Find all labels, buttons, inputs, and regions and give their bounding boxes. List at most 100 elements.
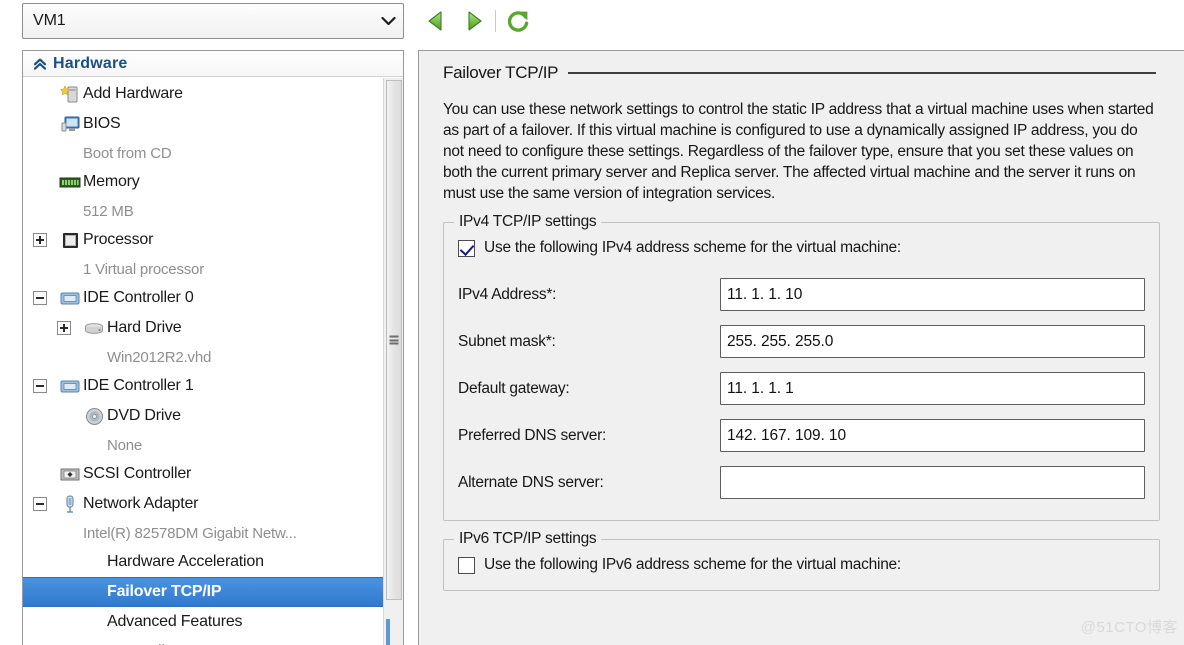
refresh-button[interactable]	[501, 4, 535, 38]
form-row: IPv4 Address*: 11. 1. 1. 10	[458, 271, 1145, 318]
ipv4-enable-checkbox-row[interactable]: Use the following IPv4 address scheme fo…	[458, 239, 1145, 257]
ipv6-enable-checkbox-label: Use the following IPv6 address scheme fo…	[484, 556, 901, 573]
dvd-drive-icon	[81, 406, 107, 427]
sidebar-item-sublabel: 1 Virtual processor	[83, 260, 204, 278]
sidebar-item-hard-drive[interactable]: Hard Drive	[23, 313, 403, 343]
sidebar-item-sublabel: Boot from CD	[83, 144, 172, 162]
bios-icon	[57, 114, 83, 135]
sidebar-item-label: BIOS	[83, 115, 121, 132]
field-label: Subnet mask*:	[458, 332, 556, 350]
ipv4-group-legend: IPv4 TCP/IP settings	[454, 213, 602, 231]
sidebar-item-dvd-drive[interactable]: DVD Drive	[23, 401, 403, 431]
form-row: Preferred DNS server: 142. 167. 109. 10	[458, 412, 1145, 459]
title-divider	[568, 72, 1156, 74]
back-button[interactable]	[420, 4, 454, 38]
expand-icon[interactable]	[33, 233, 47, 247]
preferred-dns-server-input[interactable]: 142. 167. 109. 10	[720, 419, 1145, 452]
sidebar-item-sublabel: Intel(R) 82578DM Gigabit Netw...	[83, 524, 297, 542]
scsi-controller-icon	[57, 464, 83, 485]
hardware-tree: Add Hardware BIOS Boot from CD Memory 512 MB…	[23, 77, 403, 645]
back-arrow-icon	[428, 11, 442, 31]
collapse-icon[interactable]	[33, 497, 47, 511]
hard-drive-icon	[81, 318, 107, 339]
ipv6-settings-group: IPv6 TCP/IP settings Use the following I…	[443, 530, 1160, 591]
sidebar-item-label: Memory	[83, 173, 140, 190]
sidebar-item-sublabel: None	[107, 436, 143, 454]
vm-selector[interactable]: VM1	[22, 3, 404, 39]
ipv4-enable-checkbox-label: Use the following IPv4 address scheme fo…	[484, 239, 901, 256]
sidebar-scrollbar[interactable]	[383, 78, 403, 645]
ipv6-enable-checkbox-row[interactable]: Use the following IPv6 address scheme fo…	[458, 556, 1145, 574]
form-row: Subnet mask*: 255. 255. 255.0	[458, 318, 1145, 365]
sidebar-scrollbar-thumb[interactable]	[386, 80, 402, 600]
expand-icon[interactable]	[57, 321, 71, 335]
processor-icon	[57, 230, 83, 251]
sidebar-item-label: DVD Drive	[107, 407, 181, 424]
sidebar-item-ide-controller-1[interactable]: IDE Controller 1	[23, 371, 403, 401]
alternate-dns-server-input[interactable]	[720, 466, 1145, 499]
sidebar-item-sublabel: 512 MB	[83, 202, 134, 220]
ipv4-settings-group: IPv4 TCP/IP settings Use the following I…	[443, 213, 1160, 521]
sidebar-item-processor[interactable]: Processor	[23, 225, 403, 255]
hardware-section-title: Hardware	[53, 54, 128, 72]
sidebar-item-bios[interactable]: BIOS	[23, 109, 403, 139]
default-gateway-input[interactable]: 11. 1. 1. 1	[720, 372, 1145, 405]
sidebar-item-label: Advanced Features	[107, 613, 243, 630]
double-chevron-up-icon	[23, 56, 53, 72]
vm-selector-value: VM1	[33, 12, 66, 29]
ide-controller-icon	[57, 288, 83, 309]
ipv6-group-legend: IPv6 TCP/IP settings	[454, 530, 602, 548]
field-label: Default gateway:	[458, 379, 570, 397]
settings-detail-panel: Failover TCP/IP You can use these networ…	[418, 50, 1184, 645]
forward-arrow-icon	[468, 11, 482, 31]
subnet-mask-input[interactable]: 255. 255. 255.0	[720, 325, 1145, 358]
scrollbar-bottom-marker	[386, 619, 390, 645]
sidebar-item-scsi-controller[interactable]: SCSI Controller	[23, 459, 403, 489]
sidebar-item-label: Processor	[83, 231, 154, 248]
sidebar-item-label: Network Adapter	[83, 495, 199, 512]
field-label: Alternate DNS server:	[458, 473, 604, 491]
sidebar-item-memory[interactable]: Memory	[23, 167, 403, 197]
panel-title-row: Failover TCP/IP	[435, 51, 1168, 83]
sidebar-item-label: IDE Controller 0	[83, 289, 194, 306]
collapse-icon[interactable]	[33, 291, 47, 305]
form-row: Default gateway: 11. 1. 1. 1	[458, 365, 1145, 412]
network-adapter-icon	[57, 494, 83, 515]
memory-icon	[57, 172, 83, 193]
sidebar-item-test-failover[interactable]: Test Failover	[23, 637, 403, 645]
sidebar-item-hardware-acceleration[interactable]: Hardware Acceleration	[23, 547, 403, 577]
sidebar-item-label: Failover TCP/IP	[107, 583, 222, 600]
collapse-icon[interactable]	[33, 379, 47, 393]
settings-window: VM1 Hardware Add Hardware BIOS Boot from…	[0, 0, 1184, 645]
chevron-down-icon	[373, 16, 403, 26]
ipv4-address-input[interactable]: 11. 1. 1. 10	[720, 278, 1145, 311]
sidebar-item-label: SCSI Controller	[83, 465, 192, 482]
sidebar-item-advanced-features[interactable]: Advanced Features	[23, 607, 403, 637]
toolbar-separator	[495, 10, 496, 32]
form-row: Alternate DNS server:	[458, 459, 1145, 506]
top-bar: VM1	[0, 0, 1184, 44]
ipv6-enable-checkbox[interactable]	[458, 556, 475, 574]
hardware-section-header[interactable]: Hardware	[23, 51, 403, 77]
ide-controller-icon	[57, 376, 83, 397]
ipv4-enable-checkbox[interactable]	[458, 239, 475, 257]
hardware-sidebar: Hardware Add Hardware BIOS Boot from CD Mem…	[22, 50, 404, 645]
sidebar-item-add-hardware[interactable]: Add Hardware	[23, 79, 403, 109]
sidebar-item-ide-controller-0[interactable]: IDE Controller 0	[23, 283, 403, 313]
sidebar-item-label: Hardware Acceleration	[107, 553, 264, 570]
refresh-icon	[507, 11, 529, 32]
add-hardware-icon	[57, 84, 83, 105]
sidebar-item-failover-tcp-ip[interactable]: Failover TCP/IP	[23, 577, 403, 607]
field-label: IPv4 Address*:	[458, 285, 557, 303]
sidebar-item-label: IDE Controller 1	[83, 377, 194, 394]
navigation-toolbar	[420, 2, 535, 40]
sidebar-item-sublabel: Win2012R2.vhd	[107, 348, 212, 366]
forward-button[interactable]	[456, 4, 490, 38]
sidebar-item-label: Add Hardware	[83, 85, 183, 102]
sidebar-item-label: Hard Drive	[107, 319, 182, 336]
panel-description: You can use these network settings to co…	[443, 101, 1154, 202]
scrollbar-grip-icon	[389, 335, 399, 345]
ipv4-field-list: IPv4 Address*: 11. 1. 1. 10 Subnet mask*: 2…	[458, 271, 1145, 506]
sidebar-item-network-adapter[interactable]: Network Adapter	[23, 489, 403, 519]
page-title: Failover TCP/IP	[443, 63, 559, 82]
